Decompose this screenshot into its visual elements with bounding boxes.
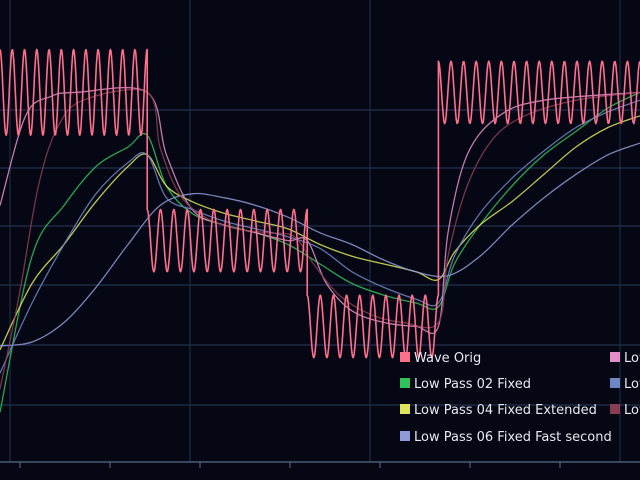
legend-swatch-3 [400,431,410,441]
legend-swatch-6 [610,404,620,414]
legend-label-1: Low Pass 02 Fixed [414,377,531,392]
legend-label-4: Low [624,351,640,366]
legend-label-0: Wave Orig [414,351,481,366]
legend-label-2: Low Pass 04 Fixed Extended [414,403,597,418]
legend-label-6: Low [624,403,640,418]
legend-label-3: Low Pass 06 Fixed Fast second [414,430,612,445]
legend-swatch-4 [610,352,620,362]
line-chart: Wave Orig Low Pass 02 Fixed Low Pass 04 Fi… [0,0,640,480]
legend-swatch-2 [400,404,410,414]
legend-swatch-0 [400,352,410,362]
legend-label-5: Low [624,377,640,392]
legend-swatch-5 [610,378,620,388]
legend-swatch-1 [400,378,410,388]
